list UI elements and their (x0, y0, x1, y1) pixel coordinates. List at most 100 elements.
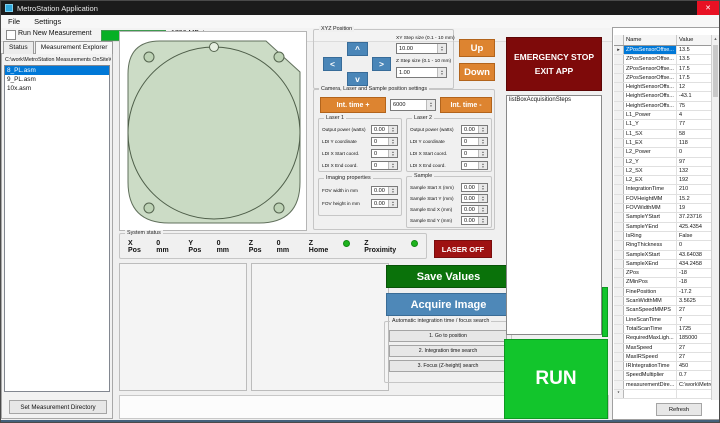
menu-item[interactable]: File (1, 15, 27, 28)
table-row[interactable]: ScanSpeedMMPS 27 (614, 306, 712, 315)
acquisition-steps-listbox[interactable]: listBoxAcquisitionSteps (506, 95, 602, 335)
row-header[interactable] (614, 334, 624, 342)
move-left-arrow-button[interactable]: < (323, 57, 342, 71)
row-header[interactable] (614, 83, 624, 91)
close-button[interactable]: ✕ (697, 1, 719, 15)
spinner-icon[interactable] (478, 150, 487, 157)
spinner-icon[interactable] (388, 150, 397, 157)
table-row[interactable]: IRIntegrationTime 450 (614, 362, 712, 371)
spinner-icon[interactable] (388, 200, 397, 207)
laser-off-button[interactable]: LASER OFF (434, 240, 492, 258)
row-header[interactable] (614, 269, 624, 277)
row-header[interactable] (614, 297, 624, 305)
numeric-input[interactable]: 0 (461, 149, 488, 158)
table-row[interactable]: FOVWidthMM 19 (614, 204, 712, 213)
table-row[interactable]: measurementDire... C:\work\MetroSt... (614, 381, 712, 390)
numeric-input[interactable]: 0.00 (371, 199, 398, 208)
row-header[interactable] (614, 223, 624, 231)
table-row[interactable]: SpeedMultiplier 0.7 (614, 371, 712, 380)
int-time-minus-button[interactable]: Int. time - (440, 97, 492, 113)
int-time-input[interactable]: 6000 (390, 99, 436, 111)
numeric-input[interactable]: 0 (461, 137, 488, 146)
table-row[interactable]: SampleYStart 37.23716 (614, 213, 712, 222)
numeric-input[interactable]: 0.00 (371, 186, 398, 195)
spinner-icon[interactable] (478, 162, 487, 169)
spinner-icon[interactable] (478, 126, 487, 133)
table-row[interactable]: L2_EX 192 (614, 176, 712, 185)
row-header[interactable] (614, 92, 624, 100)
grid-column-value[interactable]: Value (677, 35, 712, 45)
table-row[interactable]: HeightSensorOffs... -43.1 (614, 92, 712, 101)
grid-scrollbar[interactable] (711, 35, 719, 400)
spinner-icon[interactable] (478, 138, 487, 145)
list-item[interactable]: 8_PL.asm (5, 66, 109, 75)
auto-search-step-button[interactable]: 2. Integration time search (389, 345, 507, 357)
z-up-button[interactable]: Up (459, 39, 495, 57)
spinner-icon[interactable] (388, 126, 397, 133)
table-row[interactable]: SampleXEnd 434.2458 (614, 260, 712, 269)
table-row[interactable]: SampleXStart 43.64038 (614, 251, 712, 260)
row-header[interactable]: ▸ (614, 46, 624, 54)
row-header[interactable] (614, 204, 624, 212)
z-down-button[interactable]: Down (459, 63, 495, 81)
numeric-input[interactable]: 0.00 (461, 216, 488, 225)
scrollbar-thumb[interactable] (713, 45, 718, 97)
spinner-icon[interactable] (388, 138, 397, 145)
spinner-icon[interactable] (437, 68, 446, 77)
spinner-icon[interactable] (478, 217, 487, 224)
tab[interactable]: Status (3, 41, 34, 54)
menu-item[interactable]: Settings (27, 15, 68, 28)
table-row[interactable]: L1_Y 77 (614, 120, 712, 129)
auto-search-step-button[interactable]: 3. Focus (Z-height) search (389, 360, 507, 372)
numeric-input[interactable]: 0.00 (461, 194, 488, 203)
row-header[interactable] (614, 241, 624, 249)
spinner-icon[interactable] (478, 184, 487, 191)
table-row[interactable]: RequiredMaxLigh... 185000 (614, 334, 712, 343)
table-row[interactable]: RingThickness 0 (614, 241, 712, 250)
numeric-input[interactable]: 0 (371, 161, 398, 170)
row-header[interactable] (614, 260, 624, 268)
z-step-input[interactable]: 1.00 (396, 67, 447, 78)
table-row[interactable]: IntegrationTime 210 (614, 185, 712, 194)
row-header[interactable] (614, 148, 624, 156)
run-new-measurement-checkbox[interactable] (6, 30, 16, 40)
row-header[interactable] (614, 362, 624, 370)
row-header[interactable] (614, 278, 624, 286)
table-row[interactable]: ZPosSensorOffse... 17.5 (614, 74, 712, 83)
table-row[interactable]: ▸ ZPosSensorOffse... 13.5 (614, 46, 712, 55)
numeric-input[interactable]: 0.00 (461, 125, 488, 134)
row-header[interactable] (614, 288, 624, 296)
numeric-input[interactable]: 0.00 (461, 205, 488, 214)
table-row[interactable]: HeightSensorOffs... 12 (614, 83, 712, 92)
row-header[interactable] (614, 167, 624, 175)
spinner-icon[interactable] (437, 44, 446, 53)
acquire-image-button[interactable]: Acquire Image (386, 293, 511, 316)
row-header[interactable] (614, 130, 624, 138)
list-item[interactable]: 9_PL.asm (5, 75, 109, 84)
table-row[interactable]: FinePosition -17.2 (614, 288, 712, 297)
move-down-arrow-button[interactable]: v (347, 72, 368, 86)
emergency-stop-button[interactable]: EMERGENCY STOP EXIT APP (506, 37, 602, 91)
table-row[interactable]: L1_EX 118 (614, 139, 712, 148)
spinner-icon[interactable] (478, 195, 487, 202)
set-measurement-directory-button[interactable]: Set Measurement Directory (9, 400, 107, 414)
row-header[interactable] (614, 158, 624, 166)
table-row[interactable]: ZPosSensorOffse... 13.5 (614, 55, 712, 64)
spinner-icon[interactable] (426, 100, 435, 110)
run-button[interactable]: RUN (504, 339, 608, 419)
table-row[interactable]: TotalScanTime 1725 (614, 325, 712, 334)
table-row[interactable]: L2_Power 0 (614, 148, 712, 157)
table-row[interactable]: * (614, 390, 712, 399)
row-header[interactable] (614, 371, 624, 379)
row-header[interactable] (614, 55, 624, 63)
spinner-icon[interactable] (388, 187, 397, 194)
row-header[interactable] (614, 195, 624, 203)
table-row[interactable]: L1_Power 4 (614, 111, 712, 120)
row-header[interactable] (614, 306, 624, 314)
refresh-button[interactable]: Refresh (656, 403, 702, 416)
row-header[interactable] (614, 353, 624, 361)
save-values-button[interactable]: Save Values (386, 265, 511, 288)
row-header[interactable] (614, 120, 624, 128)
spinner-icon[interactable] (478, 206, 487, 213)
row-header[interactable] (614, 74, 624, 82)
